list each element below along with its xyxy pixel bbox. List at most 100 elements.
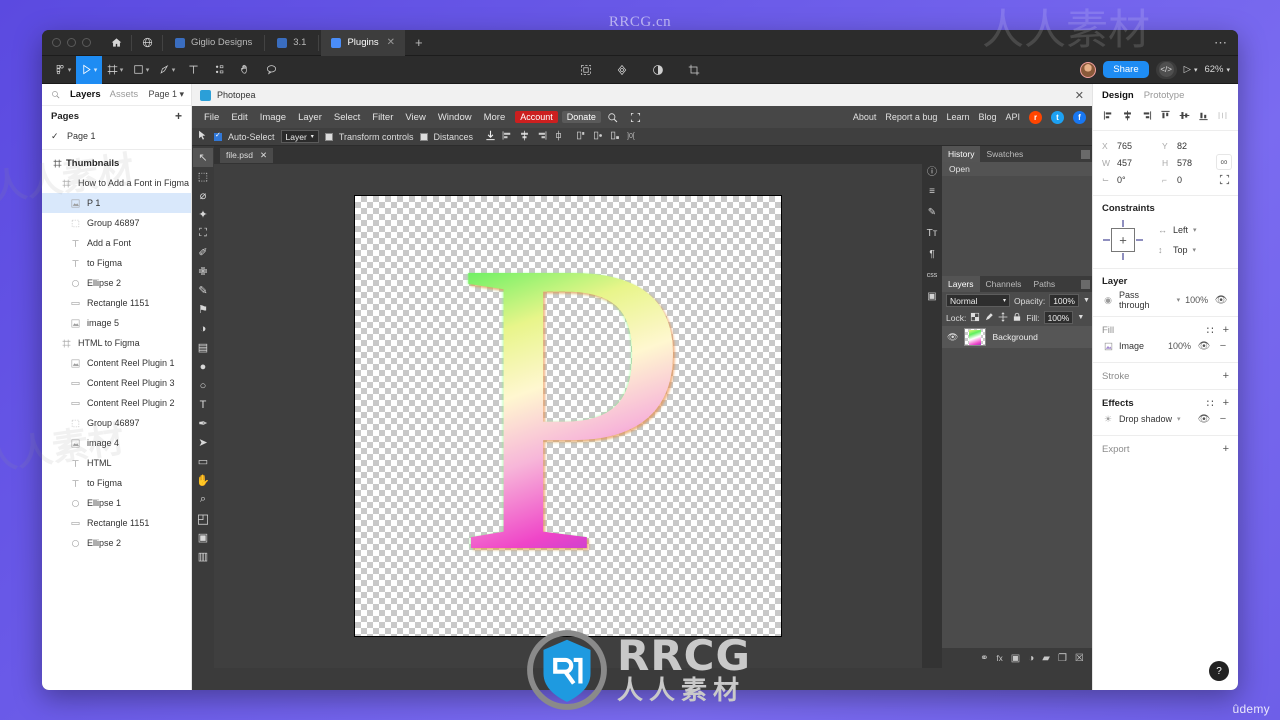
quick-mask-icon[interactable]: ▣: [193, 528, 213, 547]
hand-tool-icon[interactable]: ✋: [193, 471, 213, 490]
align-center-icon[interactable]: [519, 130, 530, 143]
image-panel-icon[interactable]: ▣: [922, 286, 942, 307]
align-download-icon[interactable]: [485, 130, 496, 143]
hand-tool[interactable]: [232, 56, 258, 84]
layer-item[interactable]: Ellipse 2: [42, 273, 191, 293]
add-page-button[interactable]: +: [175, 109, 182, 123]
paragraph-icon[interactable]: ¶: [922, 244, 942, 265]
add-fill-button[interactable]: +: [1223, 324, 1229, 337]
align-right-icon[interactable]: [536, 130, 547, 143]
tab-layers[interactable]: Layers: [942, 276, 980, 292]
search-icon[interactable]: [49, 89, 61, 101]
menu-blog[interactable]: Blog: [978, 112, 996, 122]
tab-channels[interactable]: Channels: [980, 276, 1028, 292]
pen-tool-icon[interactable]: ✒: [193, 414, 213, 433]
layer-item[interactable]: How to Add a Font in Figma: [42, 173, 191, 193]
auto-select-checkbox[interactable]: [214, 131, 222, 141]
distances-checkbox[interactable]: [419, 132, 428, 141]
x-field[interactable]: X 765: [1102, 141, 1162, 151]
menu-view[interactable]: View: [399, 106, 431, 128]
fullscreen-icon[interactable]: [624, 106, 647, 128]
y-field[interactable]: Y 82: [1162, 141, 1222, 151]
contrast-icon[interactable]: [645, 56, 671, 84]
zoom-level[interactable]: 62% ▾: [1204, 64, 1230, 75]
blur-tool-icon[interactable]: ●: [193, 357, 213, 376]
link-icon[interactable]: ⚭: [980, 653, 988, 664]
eyedropper-tool-icon[interactable]: ✐: [193, 243, 213, 262]
figma-tab-0[interactable]: Giglio Designs: [165, 30, 262, 56]
lock-paint-icon[interactable]: [984, 312, 994, 324]
align-top-icon[interactable]: [1157, 107, 1174, 124]
tab-swatches[interactable]: Swatches: [980, 146, 1029, 162]
layer-item[interactable]: Add a Font: [42, 233, 191, 253]
menu-layer[interactable]: Layer: [292, 106, 328, 128]
remove-fill-button[interactable]: −: [1217, 340, 1229, 352]
menu-report-a-bug[interactable]: Report a bug: [885, 112, 937, 122]
layer-item[interactable]: image 5: [42, 313, 191, 333]
close-icon[interactable]: ✕: [1075, 89, 1084, 102]
independent-corners-icon[interactable]: [1216, 171, 1232, 187]
path-select-tool-icon[interactable]: ➤: [193, 433, 213, 452]
figma-tab-1[interactable]: 3.1: [267, 30, 316, 56]
magic-wand-tool-icon[interactable]: ✦: [193, 205, 213, 224]
info-icon[interactable]: ⓘ: [922, 160, 942, 181]
page-item-0[interactable]: ✓ Page 1: [42, 126, 191, 146]
adjustments-icon[interactable]: ≡: [922, 181, 942, 202]
transform-controls-checkbox[interactable]: [324, 132, 333, 141]
corner-radius-field[interactable]: ⌐ 0: [1162, 175, 1222, 185]
align-left-icon[interactable]: [1100, 107, 1117, 124]
fill-row[interactable]: Image 100% 👁 −: [1102, 337, 1229, 355]
opacity-value[interactable]: 100%: [1049, 294, 1079, 307]
window-traffic-lights[interactable]: [52, 38, 91, 47]
menu-file[interactable]: File: [198, 106, 225, 128]
remove-effect-button[interactable]: −: [1217, 413, 1229, 425]
layer-item[interactable]: to Figma: [42, 253, 191, 273]
blend-mode-dropdown[interactable]: Normal ▾: [946, 294, 1010, 307]
layer-item[interactable]: image 4: [42, 433, 191, 453]
figma-tab-2[interactable]: Plugins ✕: [321, 30, 406, 56]
layer-item[interactable]: to Figma: [42, 473, 191, 493]
layer-item[interactable]: Content Reel Plugin 2: [42, 393, 191, 413]
layer-item[interactable]: Ellipse 1: [42, 493, 191, 513]
zoom-tool-icon[interactable]: ⌕: [193, 490, 213, 509]
target-select-dropdown[interactable]: Layer ▾: [280, 130, 319, 143]
layer-item[interactable]: Group 46897: [42, 413, 191, 433]
pen-tool[interactable]: ▾: [154, 56, 180, 84]
eye-icon[interactable]: 👁: [947, 332, 958, 343]
effect-styles-icon[interactable]: ∷: [1207, 397, 1214, 410]
gradient-tool-icon[interactable]: ▤: [193, 338, 213, 357]
help-button[interactable]: ?: [1209, 661, 1229, 681]
dodge-tool-icon[interactable]: ○: [193, 376, 213, 395]
close-icon[interactable]: ✕: [260, 150, 267, 161]
distribute-v-icon[interactable]: [593, 130, 604, 143]
layer-item[interactable]: Rectangle 1151: [42, 513, 191, 533]
color-swatches-icon[interactable]: ◰: [193, 509, 213, 528]
home-icon[interactable]: [103, 30, 129, 56]
share-button[interactable]: Share: [1103, 61, 1149, 78]
frame-tool[interactable]: ▾: [102, 56, 128, 84]
opacity-caret-icon[interactable]: ▼: [1083, 297, 1090, 304]
new-tab-button[interactable]: +: [405, 35, 433, 50]
layer-item[interactable]: Group 46897: [42, 213, 191, 233]
lock-transparent-icon[interactable]: [970, 312, 980, 324]
w-field[interactable]: W 457: [1102, 158, 1162, 168]
type-tool-icon[interactable]: T: [193, 395, 213, 414]
window-menu-button[interactable]: ⋯: [1214, 35, 1228, 51]
page-selector[interactable]: Page 1 ▾: [148, 89, 184, 100]
shape-tool-icon[interactable]: ▭: [193, 452, 213, 471]
layer-item[interactable]: HTML: [42, 453, 191, 473]
figma-canvas[interactable]: Photopea ✕ File Edit Image Layer Select …: [192, 84, 1092, 690]
horizontal-constraint-dropdown[interactable]: ↔ Left ▾: [1158, 221, 1197, 239]
layer-item[interactable]: HTML to Figma: [42, 333, 191, 353]
boolean-icon[interactable]: [609, 56, 635, 84]
folder-icon[interactable]: ▰: [1042, 653, 1050, 664]
reddit-icon[interactable]: r: [1029, 110, 1042, 124]
align-right-icon[interactable]: [1138, 107, 1155, 124]
h-field[interactable]: H 578: [1162, 158, 1222, 168]
dev-mode-toggle[interactable]: </>: [1155, 60, 1177, 79]
panel-menu-icon[interactable]: [1080, 279, 1090, 289]
menu-api[interactable]: API: [1005, 112, 1020, 122]
menu-image[interactable]: Image: [254, 106, 292, 128]
lock-position-icon[interactable]: [998, 311, 1008, 324]
add-export-button[interactable]: +: [1223, 443, 1229, 455]
